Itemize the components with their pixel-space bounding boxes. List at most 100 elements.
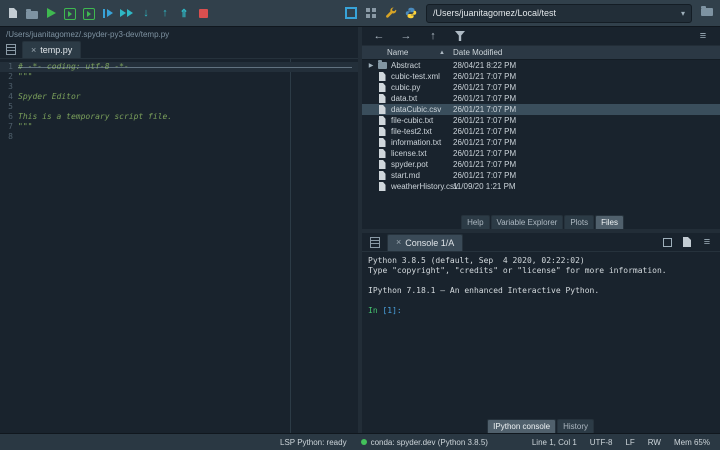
status-dot-icon <box>360 439 367 445</box>
console-tab-strip: IPython console History <box>362 419 720 433</box>
file-date-modified: 26/01/21 7:07 PM <box>453 138 517 147</box>
filter-icon[interactable] <box>451 28 469 45</box>
editor-tab-temp-py[interactable]: × temp.py <box>22 41 82 58</box>
browse-tabs-icon[interactable] <box>2 41 20 58</box>
python-environment-icon[interactable] <box>402 5 420 22</box>
file-icon <box>376 105 388 114</box>
panes-layout-icon[interactable] <box>362 5 380 22</box>
maximize-pane-icon[interactable] <box>342 5 360 22</box>
console-tab-ipython-console[interactable]: IPython console <box>487 419 557 433</box>
stop-debug-icon[interactable] <box>194 5 212 22</box>
files-list: ▶ Abstract 28/04/21 8:22 PM cubic-test.xml 2… <box>362 60 720 215</box>
console-output-line: IPython 7.18.1 — An enhanced Interactive… <box>368 286 600 295</box>
console-tabbar: × Console 1/A ≡ <box>362 233 720 252</box>
new-file-icon[interactable] <box>4 5 22 22</box>
file-date-modified: 26/01/21 7:07 PM <box>453 83 517 92</box>
run-cell-icon[interactable] <box>61 5 79 22</box>
file-date-modified: 26/01/21 7:07 PM <box>453 116 517 125</box>
column-header-date-modified[interactable]: Date Modified <box>453 48 720 57</box>
console-tab-label: Console 1/A <box>405 237 455 248</box>
file-row[interactable]: file-cubic.txt 26/01/21 7:07 PM <box>362 115 720 126</box>
step-into-icon[interactable]: ↓ <box>137 5 155 22</box>
file-row[interactable]: ▶ Abstract 28/04/21 8:22 PM <box>362 60 720 71</box>
file-date-modified: 26/01/21 7:07 PM <box>453 94 517 103</box>
file-row[interactable]: cubic-test.xml 26/01/21 7:07 PM <box>362 71 720 82</box>
preferences-wrench-icon[interactable] <box>382 5 400 22</box>
file-row[interactable]: license.txt 26/01/21 7:07 PM <box>362 148 720 159</box>
file-name: cubic-test.xml <box>391 72 440 81</box>
file-row[interactable]: data.txt 26/01/21 7:07 PM <box>362 93 720 104</box>
step-out-icon[interactable]: ↑ <box>156 5 174 22</box>
line-number: 4 <box>8 92 13 101</box>
open-file-icon[interactable] <box>23 5 41 22</box>
pane-tab-plots[interactable]: Plots <box>564 215 595 229</box>
forward-icon[interactable]: → <box>397 28 415 45</box>
file-name: start.md <box>391 171 420 180</box>
file-date-modified: 26/01/21 7:07 PM <box>453 149 517 158</box>
console-pane: × Console 1/A ≡ Python 3.8.5 (default, S… <box>362 233 720 433</box>
ipython-console-body[interactable]: Python 3.8.5 (default, Sep 4 2020, 02:22… <box>362 252 720 419</box>
console-tab-console-1a[interactable]: × Console 1/A <box>387 233 464 251</box>
file-date-modified: 28/04/21 8:22 PM <box>453 61 517 70</box>
column-header-name[interactable]: Name <box>387 48 439 57</box>
lsp-status-label: LSP Python: ready <box>280 437 347 447</box>
file-name: Abstract <box>391 61 421 70</box>
run-file-icon[interactable] <box>42 5 60 22</box>
browse-working-directory-icon[interactable] <box>698 2 716 19</box>
code-text: This is a temporary script file. <box>18 112 173 121</box>
console-options-menu-icon[interactable]: ≡ <box>698 234 716 251</box>
close-icon[interactable]: × <box>31 45 36 55</box>
parent-directory-icon[interactable]: ↑ <box>424 28 442 45</box>
code-text: # -*- coding: utf-8 -*- <box>18 62 129 71</box>
step-return-icon[interactable]: ⇑ <box>175 5 193 22</box>
file-icon <box>376 160 388 169</box>
line-number: 8 <box>8 132 13 141</box>
files-options-menu-icon[interactable]: ≡ <box>694 28 712 45</box>
debug-file-icon[interactable] <box>99 5 117 22</box>
line-number: 1 <box>8 62 13 71</box>
file-row[interactable]: file-test2.txt 26/01/21 7:07 PM <box>362 126 720 137</box>
file-name: file-test2.txt <box>391 127 432 136</box>
chevron-down-icon[interactable]: ▾ <box>681 9 685 18</box>
file-date-modified: 26/01/21 7:07 PM <box>453 105 517 114</box>
file-name: cubic.py <box>391 83 421 92</box>
file-row[interactable]: dataCubic.csv 26/01/21 7:07 PM <box>362 104 720 115</box>
file-date-modified: 26/01/21 7:07 PM <box>453 72 517 81</box>
code-editor[interactable]: 1 # -*- coding: utf-8 -*- 2 """ 3 4 Spyder Edi… <box>0 59 358 433</box>
working-directory-value: /Users/juanitagomez/Local/test <box>433 8 557 18</box>
file-row[interactable]: spyder.pot 26/01/21 7:07 PM <box>362 159 720 170</box>
file-row[interactable]: information.txt 26/01/21 7:07 PM <box>362 137 720 148</box>
spyder-window: ↓ ↑ ⇑ /Users/juanitagomez/Local/test ▾ /Us… <box>0 0 720 450</box>
file-name: information.txt <box>391 138 442 147</box>
file-row[interactable]: weatherHistory.csv 11/09/20 1:21 PM <box>362 181 720 192</box>
interrupt-kernel-icon[interactable] <box>658 234 676 251</box>
sort-ascending-icon[interactable]: ▲ <box>439 50 453 56</box>
code-line: 6 This is a temporary script file. <box>0 112 358 122</box>
file-date-modified: 26/01/21 7:07 PM <box>453 127 517 136</box>
file-row[interactable]: cubic.py 26/01/21 7:07 PM <box>362 82 720 93</box>
expander-icon[interactable]: ▶ <box>366 62 376 69</box>
folder-icon <box>376 60 388 69</box>
file-row[interactable]: start.md 26/01/21 7:07 PM <box>362 170 720 181</box>
pane-tab-help[interactable]: Help <box>461 215 490 229</box>
file-name: file-cubic.txt <box>391 116 434 125</box>
console-tab-history[interactable]: History <box>557 419 594 433</box>
file-icon <box>376 182 388 191</box>
code-text: Spyder Editor <box>18 92 81 101</box>
files-toolbar: ← → ↑ ≡ <box>362 27 720 45</box>
pane-tab-variable-explorer[interactable]: Variable Explorer <box>490 215 564 229</box>
browse-tabs-icon[interactable] <box>366 234 384 251</box>
conda-env-status: conda: spyder.dev (Python 3.8.5) <box>360 438 488 447</box>
close-icon[interactable]: × <box>396 238 401 247</box>
continue-execution-icon[interactable] <box>118 5 136 22</box>
line-number: 5 <box>8 102 13 111</box>
code-line: 8 <box>0 132 358 142</box>
new-console-icon[interactable] <box>678 234 696 251</box>
code-line: 1 # -*- coding: utf-8 -*- <box>0 62 358 72</box>
editor-tab-label: temp.py <box>40 45 73 55</box>
pane-tab-files[interactable]: Files <box>595 215 624 229</box>
run-cell-advance-icon[interactable] <box>80 5 98 22</box>
file-name: dataCubic.csv <box>391 105 442 114</box>
back-icon[interactable]: ← <box>370 28 388 45</box>
working-directory-input[interactable]: /Users/juanitagomez/Local/test ▾ <box>426 3 692 23</box>
